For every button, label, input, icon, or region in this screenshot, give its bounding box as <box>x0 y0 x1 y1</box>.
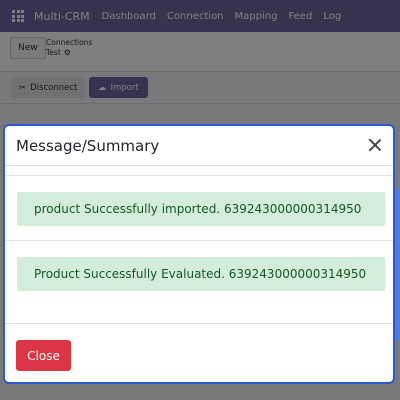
scrollbar-accent <box>396 190 400 340</box>
close-button[interactable]: Close <box>16 340 71 371</box>
dialog-header: Message/Summary <box>5 126 393 166</box>
dialog-title: Message/Summary <box>16 136 160 155</box>
close-icon[interactable] <box>365 135 385 155</box>
success-message: product Successfully imported. 639243000… <box>17 192 385 226</box>
divider <box>5 175 393 176</box>
divider <box>5 240 393 241</box>
footer-divider <box>5 323 393 324</box>
success-message: Product Successfully Evaluated. 63924300… <box>17 257 385 291</box>
summary-dialog: Message/Summary product Successfully imp… <box>3 124 395 384</box>
